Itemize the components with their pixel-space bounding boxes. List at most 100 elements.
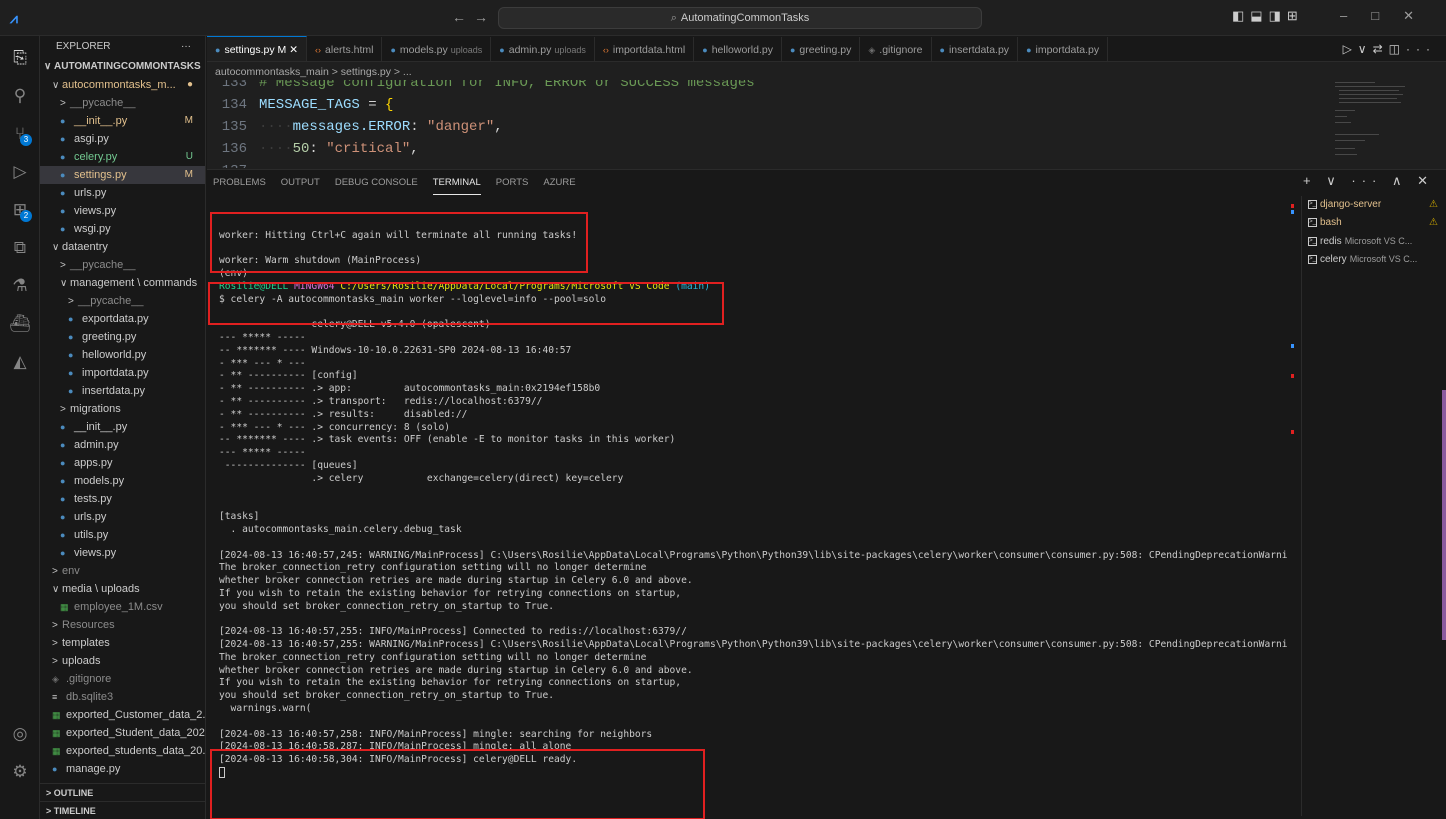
- folder-item[interactable]: > env: [40, 562, 205, 580]
- restore-icon[interactable]: □: [1371, 8, 1403, 23]
- layout-controls[interactable]: ◧⬓◨⊞: [1232, 8, 1304, 24]
- panel-tab-terminal[interactable]: TERMINAL: [432, 172, 481, 195]
- breadcrumb[interactable]: autocommontasks_main > settings.py > ...: [215, 66, 412, 78]
- panel-tab-problems[interactable]: PROBLEMS: [213, 170, 266, 196]
- folder-item[interactable]: > uploads: [40, 652, 205, 670]
- terminal-instance[interactable]: >_ django-server ⚠: [1302, 196, 1446, 214]
- folder-item[interactable]: > __pycache__: [40, 292, 205, 310]
- editor-tab[interactable]: ● importdata.py: [1018, 37, 1109, 61]
- customize-layout-icon[interactable]: ⊞: [1287, 8, 1304, 23]
- extensions-icon[interactable]: ⊞ 2: [0, 198, 40, 222]
- file-item[interactable]: ● greeting.py: [40, 328, 205, 346]
- file-item[interactable]: ▦ employee_1M.csv: [40, 598, 205, 616]
- folder-item[interactable]: > __pycache__: [40, 256, 205, 274]
- command-center[interactable]: ⌕ AutomatingCommonTasks: [498, 7, 982, 29]
- folder-item[interactable]: > __pycache__: [40, 94, 205, 112]
- editor-tab[interactable]: ‹› importdata.html: [595, 37, 695, 61]
- file-item[interactable]: ● celery.py U: [40, 148, 205, 166]
- close-window-icon[interactable]: ✕: [1403, 8, 1438, 23]
- split-editor-icon[interactable]: ◫: [1389, 42, 1406, 56]
- accounts-icon[interactable]: ◎: [0, 722, 40, 746]
- file-item[interactable]: ▦ exported_Student_data_202...: [40, 724, 205, 742]
- file-item[interactable]: ● importdata.py: [40, 364, 205, 382]
- testing-icon[interactable]: ⚗: [0, 274, 40, 298]
- editor-tab[interactable]: ● models.py uploads: [382, 37, 492, 61]
- toggle-sidebar-icon[interactable]: ◧: [1232, 8, 1250, 23]
- editor-tab[interactable]: ● greeting.py: [782, 37, 861, 61]
- file-item[interactable]: ● apps.py: [40, 454, 205, 472]
- file-item[interactable]: ● views.py: [40, 202, 205, 220]
- nav-arrows[interactable]: ←→: [452, 9, 496, 25]
- search-view-icon[interactable]: ⚲: [0, 84, 40, 108]
- outline-section[interactable]: > OUTLINE: [40, 783, 206, 801]
- panel-tab-azure[interactable]: AZURE: [543, 170, 575, 196]
- editor-tab[interactable]: ● helloworld.py: [694, 37, 782, 61]
- timeline-section[interactable]: > TIMELINE: [40, 801, 206, 819]
- back-arrow-icon[interactable]: ←: [452, 9, 474, 25]
- more-actions-icon[interactable]: ···: [1406, 42, 1436, 56]
- file-item[interactable]: ● helloworld.py: [40, 346, 205, 364]
- file-item[interactable]: ◈ .gitignore: [40, 670, 205, 688]
- terminal-instance[interactable]: >_ redis Microsoft VS C...: [1302, 232, 1446, 250]
- file-item[interactable]: ● insertdata.py: [40, 382, 205, 400]
- compare-icon[interactable]: ⇄: [1373, 42, 1389, 56]
- minimize-icon[interactable]: –: [1340, 8, 1371, 23]
- terminal-scrollbar[interactable]: [1288, 200, 1300, 810]
- tree-item-label: exported_students_data_20...: [66, 745, 205, 757]
- file-item[interactable]: ● wsgi.py: [40, 220, 205, 238]
- file-item[interactable]: ● manage.py: [40, 760, 205, 778]
- manage-gear-icon[interactable]: ⚙: [0, 760, 40, 784]
- tab-modified-close[interactable]: M ✕: [275, 44, 298, 56]
- panel-tab-debug-console[interactable]: DEBUG CONSOLE: [335, 170, 418, 196]
- terminal-instance[interactable]: >_ bash ⚠: [1302, 214, 1446, 232]
- folder-item[interactable]: ∨ autocommontasks_m... ●: [40, 76, 205, 94]
- file-item[interactable]: ● __init__.py: [40, 418, 205, 436]
- explorer-more-icon[interactable]: ···: [181, 36, 191, 58]
- file-item[interactable]: ● admin.py: [40, 436, 205, 454]
- window-controls[interactable]: –□✕: [1340, 8, 1438, 24]
- run-file-icon[interactable]: ▷∨: [1343, 42, 1373, 56]
- folder-item[interactable]: ∨ media \ uploads: [40, 580, 205, 598]
- folder-item[interactable]: > templates: [40, 634, 205, 652]
- editor-tab[interactable]: ● admin.py uploads: [491, 37, 595, 61]
- file-item[interactable]: ▦ exported_students_data_20...: [40, 742, 205, 760]
- vscode-logo-icon[interactable]: ⩘: [10, 9, 28, 27]
- panel-actions[interactable]: + ∨ ··· ∧ ✕: [1303, 173, 1434, 189]
- file-item[interactable]: ● urls.py: [40, 508, 205, 526]
- folder-item[interactable]: > Resources: [40, 616, 205, 634]
- panel-tab-ports[interactable]: PORTS: [496, 170, 529, 196]
- file-item[interactable]: ● asgi.py: [40, 130, 205, 148]
- file-item[interactable]: ● views.py: [40, 544, 205, 562]
- azure-icon[interactable]: ◭: [0, 350, 40, 374]
- minimap[interactable]: [1329, 80, 1419, 168]
- terminal-instance[interactable]: >_ celery Microsoft VS C...: [1302, 250, 1446, 268]
- source-control-icon[interactable]: ⑂ 3: [0, 122, 40, 146]
- file-item[interactable]: ● models.py: [40, 472, 205, 490]
- file-item[interactable]: ● exportdata.py: [40, 310, 205, 328]
- file-item[interactable]: ▦ exported_Customer_data_2...: [40, 706, 205, 724]
- folder-item[interactable]: > migrations: [40, 400, 205, 418]
- code-editor[interactable]: 133 # Message configuration for INFO, ERR…: [207, 80, 1327, 168]
- remote-explorer-icon[interactable]: ⧉: [0, 236, 40, 260]
- run-debug-icon[interactable]: ▷: [0, 160, 40, 184]
- file-item[interactable]: ● __init__.py M: [40, 112, 205, 130]
- editor-tab[interactable]: ● settings.py M ✕: [207, 36, 308, 61]
- file-item[interactable]: ● utils.py: [40, 526, 205, 544]
- folder-item[interactable]: ∨ dataentry: [40, 238, 205, 256]
- folder-item[interactable]: ∨ management \ commands: [40, 274, 205, 292]
- file-item[interactable]: ● tests.py: [40, 490, 205, 508]
- explorer-icon[interactable]: ⎘: [0, 46, 40, 70]
- docker-icon[interactable]: ⛴: [0, 312, 40, 336]
- panel-tab-output[interactable]: OUTPUT: [281, 170, 320, 196]
- editor-tab[interactable]: ● insertdata.py: [932, 37, 1019, 61]
- file-item[interactable]: ● urls.py: [40, 184, 205, 202]
- toggle-secondary-sidebar-icon[interactable]: ◨: [1269, 8, 1287, 23]
- file-item[interactable]: ≡ db.sqlite3: [40, 688, 205, 706]
- file-item[interactable]: ● settings.py M: [40, 166, 205, 184]
- editor-tab[interactable]: ‹› alerts.html: [307, 37, 383, 61]
- workspace-root[interactable]: ∨ AUTOMATINGCOMMONTASKS: [40, 58, 205, 76]
- editor-tab[interactable]: ◈ .gitignore: [860, 37, 932, 61]
- forward-arrow-icon[interactable]: →: [474, 9, 496, 25]
- editor-actions[interactable]: ▷∨⇄◫···: [1336, 36, 1436, 61]
- toggle-panel-icon[interactable]: ⬓: [1250, 8, 1268, 23]
